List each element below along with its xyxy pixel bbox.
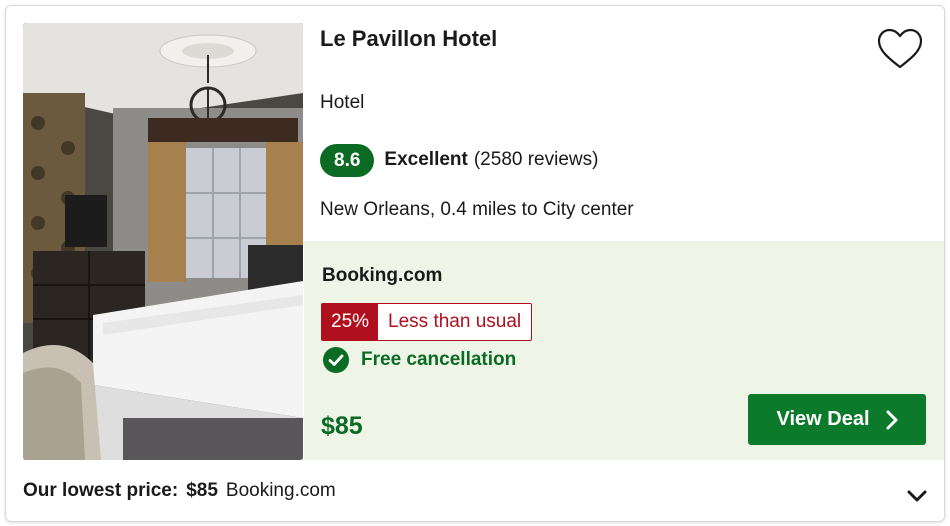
view-deal-button[interactable]: View Deal [748,394,926,445]
hotel-room-image [23,23,303,460]
deal-panel[interactable]: Booking.com 25% Less than usual Free can… [304,241,944,460]
heart-icon [877,28,923,69]
discount-badge: 25% Less than usual [321,303,533,341]
hotel-photo[interactable] [23,23,303,460]
discount-text: Less than usual [388,311,522,332]
view-deal-label: View Deal [776,408,870,430]
lowest-price-provider: Booking.com [225,480,336,501]
rating-word: Excellent [384,149,468,170]
deal-provider: Booking.com [322,265,443,286]
favorite-button[interactable] [876,26,924,74]
discount-percent: 25% [322,304,379,340]
lowest-price-label: Our lowest price: [23,480,179,501]
hotel-location: New Orleans, 0.4 miles to City center [320,199,634,220]
property-type: Hotel [320,92,365,113]
review-count[interactable]: (2580 reviews) [474,149,599,171]
chevron-right-icon [886,410,898,429]
rating-row: 8.6 Excellent (2580 reviews) [320,143,598,177]
chevron-down-icon [907,490,927,502]
cancellation-label: Free cancellation [361,349,517,370]
hotel-name[interactable]: Le Pavillon Hotel [320,26,497,52]
hotel-card: Le Pavillon Hotel Hotel 8.6 Excellent (2… [5,5,945,522]
deal-price: $85 [321,412,363,440]
rating-score-badge: 8.6 [320,143,375,177]
lowest-price-amount: $85 [186,480,218,501]
lowest-price-row: Our lowest price: $85 Booking.com [23,480,336,502]
expand-prices-button[interactable] [904,483,930,509]
free-cancellation: Free cancellation [323,347,516,373]
check-circle-icon [323,347,349,373]
